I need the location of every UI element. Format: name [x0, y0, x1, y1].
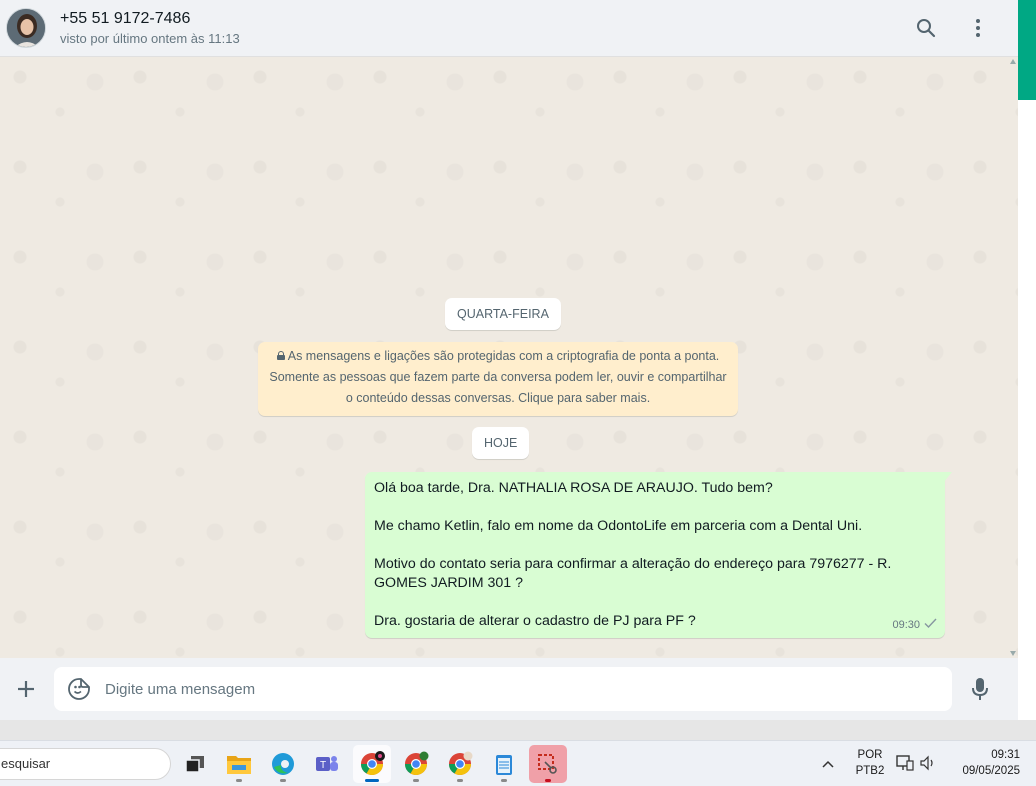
message-line-reason: Motivo do contato seria para confirmar a… [374, 556, 892, 591]
scroll-up-arrow-icon[interactable] [1010, 59, 1016, 64]
menu-dots-icon[interactable] [966, 16, 990, 40]
contact-last-seen: visto por último ontem às 11:13 [60, 31, 240, 46]
message-line-question: Dra. gostaria de alterar o cadastro de P… [374, 613, 696, 629]
system-clock[interactable]: 09:31 09/05/2025 [950, 747, 1020, 779]
chat-area: QUARTA-FEIRA As mensagens e ligações são… [0, 57, 1018, 658]
clock-date: 09/05/2025 [962, 765, 1020, 777]
chrome-icon[interactable] [353, 745, 391, 783]
chevron-up-icon[interactable] [822, 755, 834, 771]
message-line-greeting: Olá boa tarde, Dra. NATHALIA ROSA DE ARA… [374, 480, 773, 496]
task-view-icon[interactable] [176, 745, 214, 783]
sticker-emoji-icon[interactable] [66, 676, 92, 702]
message-composer [0, 658, 1018, 720]
message-line-intro: Me chamo Ketlin, falo em nome da OdontoL… [374, 518, 863, 534]
window-bottom-edge [0, 720, 1036, 740]
message-input[interactable] [105, 680, 952, 698]
file-explorer-icon[interactable] [220, 745, 258, 783]
single-check-icon [924, 616, 937, 635]
app-right-edge [1018, 100, 1036, 720]
scroll-down-arrow-icon[interactable] [1010, 651, 1016, 656]
chat-header: +55 51 9172-7486 visto por último ontem … [0, 0, 1018, 57]
volume-icon[interactable] [920, 755, 936, 776]
windows-taskbar: esquisar T POR PTB2 09:31 09/05/2025 [0, 740, 1036, 786]
contact-info[interactable]: +55 51 9172-7486 visto por último ontem … [60, 10, 240, 46]
encryption-line-2: Somente as pessoas que fazem parte da co… [269, 370, 727, 384]
date-divider-today: HOJE [472, 427, 530, 459]
language-code: POR [857, 749, 883, 761]
attach-plus-icon[interactable] [6, 669, 46, 709]
outgoing-message[interactable]: Olá boa tarde, Dra. NATHALIA ROSA DE ARA… [365, 472, 952, 638]
search-icon[interactable] [914, 16, 938, 40]
chrome-icon[interactable] [441, 745, 479, 783]
edge-icon[interactable] [264, 745, 302, 783]
network-icon[interactable] [896, 755, 914, 776]
chrome-icon[interactable] [397, 745, 435, 783]
teams-icon[interactable]: T [308, 745, 346, 783]
chat-scrollbar[interactable] [1008, 57, 1018, 658]
date-divider-wednesday: QUARTA-FEIRA [445, 298, 561, 330]
message-time: 09:30 [892, 619, 920, 631]
input-language[interactable]: POR PTB2 [853, 747, 887, 779]
clock-time: 09:31 [991, 749, 1020, 761]
snipping-tool-icon[interactable] [529, 745, 567, 783]
microphone-icon[interactable] [968, 675, 992, 703]
lock-icon [276, 351, 285, 360]
contact-avatar[interactable] [6, 8, 46, 48]
encryption-line-3: o conteúdo dessas conversas. Clique para… [345, 391, 651, 405]
message-input-box [54, 667, 952, 711]
notepad-icon[interactable] [485, 745, 523, 783]
encryption-line-1: As mensagens e ligações são protegidas c… [287, 349, 720, 363]
taskbar-search[interactable]: esquisar [0, 748, 171, 780]
app-accent-bar [1018, 0, 1036, 100]
svg-text:T: T [320, 760, 326, 771]
contact-name: +55 51 9172-7486 [60, 10, 191, 27]
encryption-notice[interactable]: As mensagens e ligações são protegidas c… [258, 342, 738, 416]
keyboard-layout: PTB2 [855, 765, 885, 777]
